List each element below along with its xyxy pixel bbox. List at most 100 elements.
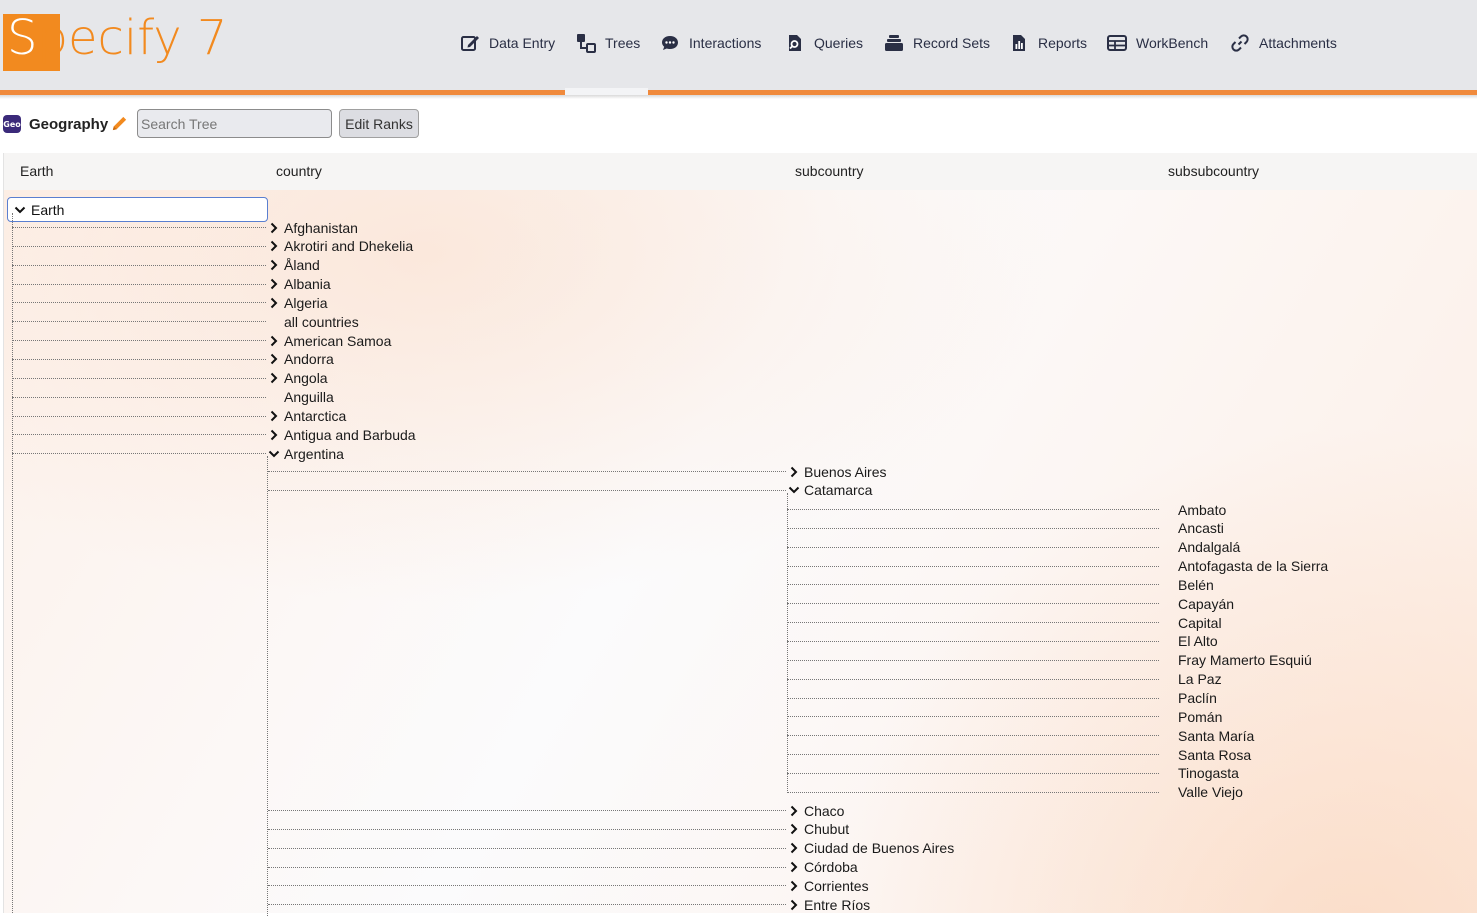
- node-label: Pomán: [1178, 708, 1223, 725]
- tree-connector-line: [268, 489, 786, 491]
- nav-interactions[interactable]: Interactions: [660, 30, 761, 56]
- stack-icon: [885, 35, 903, 51]
- node-label: Entre Ríos: [804, 896, 871, 913]
- nav-reports[interactable]: Reports: [1009, 30, 1087, 56]
- tree-node[interactable]: Capayán: [1178, 594, 1234, 613]
- tree-node[interactable]: Antofagasta de la Sierra: [1178, 557, 1328, 576]
- node-label: Valle Viejo: [1178, 784, 1243, 801]
- node-label: La Paz: [1178, 671, 1222, 688]
- chevron-right-icon[interactable]: [268, 259, 280, 271]
- nav-label: WorkBench: [1136, 35, 1209, 51]
- tree-node[interactable]: Belén: [1178, 575, 1214, 594]
- chevron-right-icon[interactable]: [268, 240, 280, 252]
- tree-connector-line: [787, 735, 1159, 737]
- chevron-right-icon[interactable]: [788, 880, 800, 892]
- geography-icon: Geo: [3, 115, 21, 133]
- tree-node[interactable]: Catamarca: [788, 481, 872, 500]
- tree-node[interactable]: Santa Rosa: [1178, 745, 1251, 764]
- chevron-right-icon[interactable]: [268, 297, 280, 309]
- chevron-right-icon[interactable]: [268, 429, 280, 441]
- nav-data-entry[interactable]: Data Entry: [460, 30, 555, 56]
- chevron-right-icon[interactable]: [268, 372, 280, 384]
- tree-node[interactable]: Capital: [1178, 613, 1222, 632]
- chevron-down-icon[interactable]: [14, 204, 26, 216]
- chevron-right-icon[interactable]: [268, 410, 280, 422]
- tree-connector-line: [12, 321, 266, 323]
- node-label: Belén: [1178, 576, 1214, 593]
- chevron-right-icon[interactable]: [268, 278, 280, 290]
- tree-node[interactable]: American Samoa: [268, 331, 391, 350]
- tree-node[interactable]: Entre Ríos: [788, 895, 870, 914]
- nav-workbench[interactable]: WorkBench: [1107, 30, 1208, 56]
- tree-node-root[interactable]: Earth: [7, 197, 268, 222]
- search-document-icon: [789, 35, 801, 51]
- tree-node[interactable]: Andorra: [268, 350, 334, 369]
- tree-node[interactable]: Argentina: [268, 444, 344, 463]
- tree-node[interactable]: Ambato: [1178, 500, 1226, 519]
- specify-logo[interactable]: Specify 7: [3, 10, 227, 74]
- edit-pencil-icon[interactable]: [110, 114, 129, 133]
- tree-node[interactable]: Corrientes: [788, 876, 869, 895]
- chevron-right-icon[interactable]: [788, 861, 800, 873]
- tree-node[interactable]: Antigua and Barbuda: [268, 425, 416, 444]
- tree-node[interactable]: Tinogasta: [1178, 764, 1239, 783]
- chevron-down-icon[interactable]: [788, 484, 800, 496]
- tree-node[interactable]: Antarctica: [268, 407, 346, 426]
- node-label: Ancasti: [1178, 520, 1224, 537]
- tree-node[interactable]: Chubut: [788, 820, 849, 839]
- chevron-right-icon[interactable]: [268, 353, 280, 365]
- edit-ranks-button[interactable]: Edit Ranks: [339, 109, 419, 138]
- tree-node[interactable]: Paclín: [1178, 689, 1217, 708]
- chevron-right-icon[interactable]: [788, 823, 800, 835]
- tree-node[interactable]: Algeria: [268, 293, 328, 312]
- tree-node[interactable]: Åland: [268, 256, 320, 275]
- chevron-right-icon[interactable]: [788, 805, 800, 817]
- tree-node[interactable]: La Paz: [1178, 670, 1222, 689]
- tree-node[interactable]: Angola: [268, 369, 328, 388]
- tree-node[interactable]: Buenos Aires: [788, 462, 887, 481]
- nav-record-sets[interactable]: Record Sets: [884, 30, 990, 56]
- tree-node[interactable]: Valle Viejo: [1178, 783, 1243, 802]
- tree-node[interactable]: Anguilla: [284, 388, 334, 407]
- tree-connector-line: [12, 396, 266, 398]
- tree-connector-line: [787, 509, 1159, 510]
- rank-header-subsubcountry: subsubcountry: [1168, 163, 1260, 179]
- chevron-right-icon[interactable]: [788, 466, 800, 478]
- tree-node[interactable]: Córdoba: [788, 858, 858, 877]
- tree-toolbar: Geo Geography Edit Ranks: [0, 104, 1477, 144]
- node-label: Algeria: [284, 294, 328, 311]
- tree-node[interactable]: all countries: [284, 312, 359, 331]
- tree-node[interactable]: Chaco: [788, 801, 844, 820]
- tree-node[interactable]: Ancasti: [1178, 519, 1224, 538]
- chevron-right-icon[interactable]: [268, 335, 280, 347]
- nav-attachments[interactable]: Attachments: [1230, 30, 1337, 56]
- tree-connector-line: [268, 847, 786, 849]
- node-label: Albania: [284, 276, 331, 293]
- tree-node[interactable]: Albania: [268, 275, 331, 294]
- tree-node[interactable]: Andalgalá: [1178, 538, 1240, 557]
- tree-node[interactable]: El Alto: [1178, 632, 1218, 651]
- chevron-down-icon[interactable]: [268, 448, 280, 460]
- search-tree-input[interactable]: [137, 109, 332, 138]
- nav-trees[interactable]: Trees: [576, 30, 640, 56]
- tree-node[interactable]: Akrotiri and Dhekelia: [268, 237, 413, 256]
- tree-connector-line: [787, 584, 1159, 586]
- tree-node[interactable]: Santa María: [1178, 726, 1254, 745]
- chevron-right-icon[interactable]: [788, 899, 800, 911]
- tree-connector-line: [12, 245, 266, 247]
- node-label: Antarctica: [284, 408, 347, 424]
- tree-node[interactable]: Fray Mamerto Esquiú: [1178, 651, 1312, 670]
- tree-node[interactable]: Pomán: [1178, 707, 1222, 726]
- tree-node[interactable]: Afghanistan: [268, 218, 358, 237]
- nav-label: Record Sets: [913, 35, 991, 51]
- nav-queries[interactable]: Queries: [785, 30, 863, 56]
- node-label: Chaco: [804, 802, 845, 819]
- node-label: Santa María: [1178, 727, 1255, 744]
- chevron-right-icon[interactable]: [788, 842, 800, 854]
- tree-connector-line: [787, 603, 1159, 605]
- node-label: Åland: [284, 257, 320, 274]
- rank-header-row: Earth country subcountry subsubcountry: [4, 153, 1477, 190]
- tree-connector-line: [12, 227, 266, 228]
- tree-node[interactable]: Ciudad de Buenos Aires: [788, 839, 954, 858]
- chevron-right-icon[interactable]: [268, 222, 280, 234]
